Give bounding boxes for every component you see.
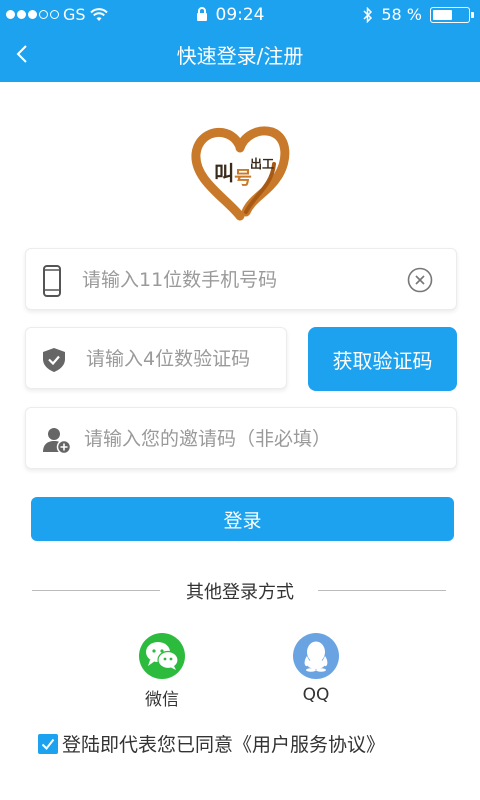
qq-label: QQ [302,685,330,705]
wechat-login-button[interactable]: 微信 [122,633,202,710]
battery-icon [430,6,474,23]
shield-check-icon [43,348,65,372]
checkmark-icon [41,738,55,750]
app-logo: 叫 号 出工 [188,124,292,224]
phone-input[interactable] [82,265,402,295]
get-code-button[interactable]: 获取验证码 [308,327,457,391]
svg-text:出工: 出工 [250,156,274,171]
phone-icon [43,265,61,297]
app-header: GS 09:24 58 % 快速登录/注册 [0,0,480,82]
phone-field-card [25,248,457,310]
wechat-label: 微信 [145,690,179,710]
svg-text:号: 号 [234,168,252,189]
qq-login-button[interactable]: QQ [276,633,356,705]
svg-text:叫: 叫 [214,161,234,185]
status-right: 58 % [363,5,474,24]
battery-percent: 58 % [381,5,422,24]
wechat-icon [139,633,185,679]
bluetooth-icon [363,6,373,23]
login-button[interactable]: 登录 [31,497,454,541]
add-user-icon [43,428,72,455]
other-login-label: 其他登录方式 [186,582,294,603]
heart-logo-icon: 叫 号 出工 [191,126,290,221]
page-title: 快速登录/注册 [176,44,304,68]
agreement-row: 登陆即代表您已同意《用户服务协议》 [38,730,385,757]
agreement-checkbox[interactable] [38,733,58,754]
invite-field-card [25,407,457,469]
agreement-link[interactable]: 登陆即代表您已同意《用户服务协议》 [62,730,385,757]
code-input[interactable] [86,344,282,374]
code-field-card [25,327,287,389]
clear-icon[interactable] [407,267,433,293]
status-bar: GS 09:24 58 % [0,0,480,30]
invite-input[interactable] [84,424,444,454]
qq-icon [293,633,339,679]
divider-right [318,590,446,591]
